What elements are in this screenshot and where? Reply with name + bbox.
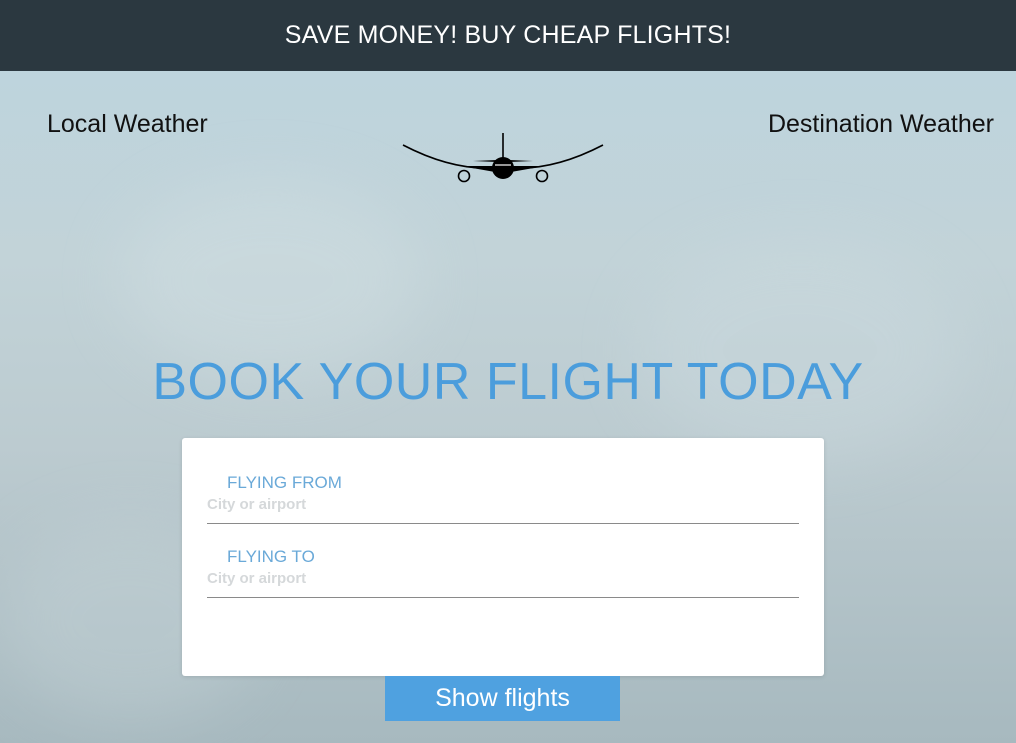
- sky-cloud: [120, 180, 420, 380]
- flying-to-label: FLYING TO: [227, 547, 315, 566]
- flying-from-label: FLYING FROM: [227, 473, 342, 492]
- sky-cloud: [640, 240, 960, 460]
- page: SAVE MONEY! BUY CHEAP FLIGHTS! Local Wea…: [0, 0, 1016, 743]
- destination-weather-link[interactable]: Destination Weather: [768, 110, 994, 139]
- promo-banner: SAVE MONEY! BUY CHEAP FLIGHTS!: [0, 0, 1016, 71]
- flying-from-input[interactable]: [207, 493, 799, 524]
- flying-to-input[interactable]: [207, 567, 799, 598]
- show-flights-button[interactable]: Show flights: [385, 676, 620, 721]
- promo-banner-text: SAVE MONEY! BUY CHEAP FLIGHTS!: [284, 21, 732, 49]
- local-weather-link[interactable]: Local Weather: [47, 110, 208, 139]
- flight-search-form: FLYING FROM FLYING TO: [182, 438, 824, 676]
- page-title: BOOK YOUR FLIGHT TODAY: [152, 353, 864, 411]
- flying-to-field: FLYING TO: [207, 547, 799, 598]
- airplane-icon: [402, 133, 604, 183]
- flying-from-field: FLYING FROM: [207, 473, 799, 524]
